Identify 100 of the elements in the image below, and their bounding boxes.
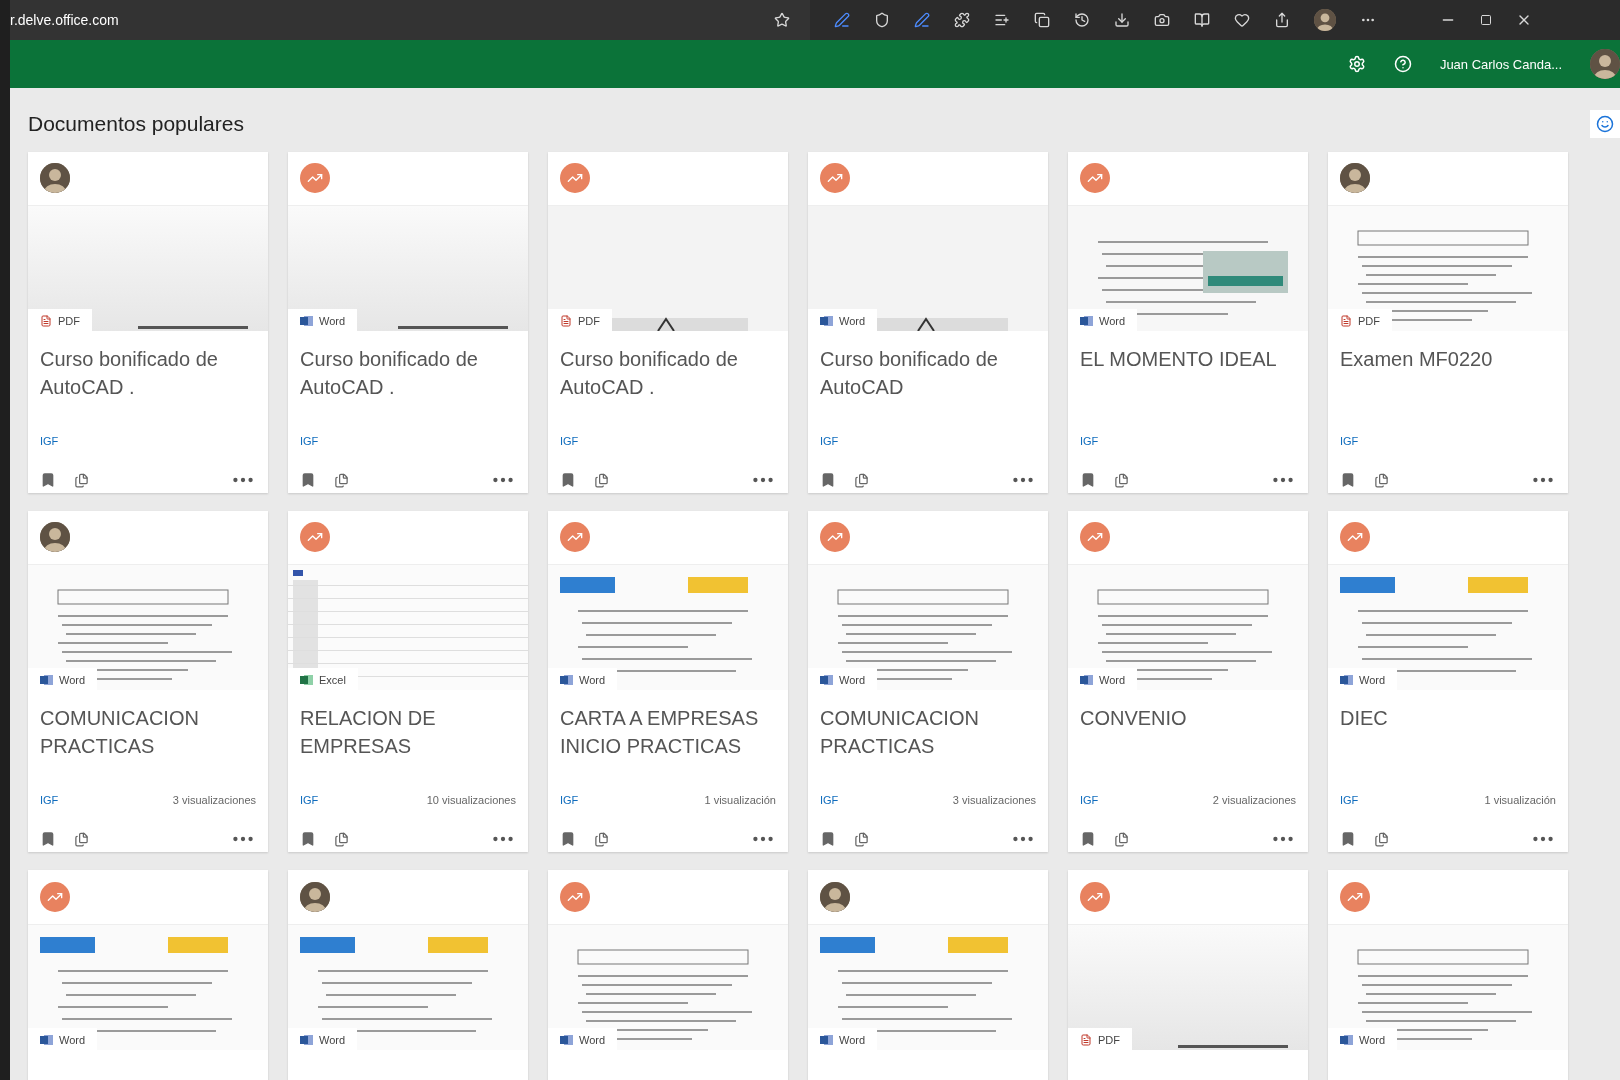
address-bar[interactable]: r.delve.office.com: [10, 0, 810, 40]
document-title[interactable]: Curso bonificado de AutoCAD .: [40, 344, 256, 413]
help-icon[interactable]: [1393, 55, 1412, 73]
copies-icon[interactable]: [854, 472, 869, 488]
copies-icon[interactable]: [334, 831, 349, 847]
section-title: Documentos populares: [28, 112, 244, 136]
document-card[interactable]: PDF Curso bonificado de AutoCAD . IGF: [548, 152, 788, 493]
document-card[interactable]: Word DIEC IGF 1 visualización: [1328, 511, 1568, 852]
feedback-icon[interactable]: [1590, 110, 1620, 138]
source-link[interactable]: IGF: [40, 794, 59, 806]
file-type-label: Word: [59, 673, 86, 686]
favorite-star-icon[interactable]: [774, 12, 790, 28]
source-link[interactable]: IGF: [300, 794, 319, 806]
copies-icon[interactable]: [854, 831, 869, 847]
source-link[interactable]: IGF: [560, 435, 579, 447]
bookmark-icon[interactable]: [1340, 472, 1356, 488]
favorites-icon[interactable]: [994, 12, 1010, 28]
document-title[interactable]: RELACION DE EMPRESAS: [300, 703, 516, 772]
copies-icon[interactable]: [1114, 831, 1129, 847]
document-card[interactable]: Word Curso bonificado de AutoCAD IGF: [808, 152, 1048, 493]
file-type-label: Word: [839, 673, 866, 686]
document-title[interactable]: Curso bonificado de AutoCAD: [820, 344, 1036, 413]
document-card[interactable]: Word COMUNICACION PRACTICAS IGF 3 visualizaciones: [28, 511, 268, 852]
bookmark-icon[interactable]: [1080, 472, 1096, 488]
copies-icon[interactable]: [1374, 472, 1389, 488]
heart-icon[interactable]: [1234, 12, 1250, 28]
bookmark-icon[interactable]: [820, 831, 836, 847]
trending-icon: [560, 882, 590, 912]
settings-icon[interactable]: [1347, 55, 1366, 73]
restore-icon[interactable]: [1480, 14, 1492, 26]
bookmark-icon[interactable]: [300, 831, 316, 847]
document-card[interactable]: Word: [808, 870, 1048, 1080]
source-link[interactable]: IGF: [1340, 794, 1359, 806]
source-link[interactable]: IGF: [1340, 435, 1359, 447]
pen-icon[interactable]: [834, 12, 850, 28]
bookmark-icon[interactable]: [40, 472, 56, 488]
trending-icon: [1080, 882, 1110, 912]
excel-icon: [300, 673, 313, 686]
document-card[interactable]: Excel RELACION DE EMPRESAS IGF 10 visualizaciones: [288, 511, 528, 852]
document-title[interactable]: DIEC: [1340, 703, 1556, 772]
document-title[interactable]: Examen MF0220: [1340, 344, 1556, 413]
download-icon[interactable]: [1114, 12, 1130, 28]
copies-icon[interactable]: [594, 472, 609, 488]
source-link[interactable]: IGF: [1080, 794, 1099, 806]
share-icon[interactable]: [1274, 12, 1290, 28]
document-card[interactable]: Word: [288, 870, 528, 1080]
document-title[interactable]: EL MOMENTO IDEAL: [1080, 344, 1296, 413]
document-card[interactable]: PDF Examen MF0220 IGF: [1328, 152, 1568, 493]
reader-icon[interactable]: [1194, 12, 1210, 28]
bookmark-icon[interactable]: [560, 472, 576, 488]
view-count: 10 visualizaciones: [426, 794, 516, 806]
document-card[interactable]: Word Curso bonificado de AutoCAD . IGF: [288, 152, 528, 493]
bookmark-icon[interactable]: [40, 831, 56, 847]
file-type-label: Word: [579, 673, 606, 686]
collections-icon[interactable]: [1034, 12, 1050, 28]
copies-icon[interactable]: [594, 831, 609, 847]
user-name[interactable]: Juan Carlos Canda...: [1439, 56, 1562, 72]
bookmark-icon[interactable]: [820, 472, 836, 488]
bookmark-icon[interactable]: [300, 472, 316, 488]
view-count: 2 visualizaciones: [1212, 794, 1296, 806]
history-icon[interactable]: [1074, 12, 1090, 28]
document-card[interactable]: Word: [28, 870, 268, 1080]
document-card[interactable]: Word: [1328, 870, 1568, 1080]
copies-icon[interactable]: [74, 831, 89, 847]
trending-icon: [300, 522, 330, 553]
document-card[interactable]: Word COMUNICACION PRACTICAS IGF 3 visualizaciones: [808, 511, 1048, 852]
document-card[interactable]: PDF: [1068, 870, 1308, 1080]
source-link[interactable]: IGF: [40, 435, 59, 447]
document-title[interactable]: Curso bonificado de AutoCAD .: [300, 344, 516, 413]
bookmark-icon[interactable]: [560, 831, 576, 847]
screenshot-icon[interactable]: [1154, 12, 1170, 28]
document-title[interactable]: COMUNICACION PRACTICAS: [820, 703, 1036, 772]
bookmark-icon[interactable]: [1340, 831, 1356, 847]
document-card[interactable]: Word: [548, 870, 788, 1080]
word-icon: [820, 1034, 833, 1046]
document-card[interactable]: PDF Curso bonificado de AutoCAD . IGF: [28, 152, 268, 493]
copies-icon[interactable]: [334, 472, 349, 488]
puzzle-icon[interactable]: [954, 12, 970, 28]
document-title[interactable]: COMUNICACION PRACTICAS: [40, 703, 256, 772]
file-type-label: Word: [1359, 673, 1386, 686]
document-card[interactable]: Word CARTA A EMPRESAS INICIO PRACTICAS IGF 1 visualización: [548, 511, 788, 852]
source-link[interactable]: IGF: [560, 794, 579, 806]
source-link[interactable]: IGF: [1080, 435, 1099, 447]
word-icon: [300, 1034, 313, 1046]
document-card[interactable]: Word EL MOMENTO IDEAL IGF: [1068, 152, 1308, 493]
shield-icon[interactable]: [874, 12, 890, 28]
word-icon: [560, 1034, 573, 1046]
bookmark-icon[interactable]: [1080, 831, 1096, 847]
source-link[interactable]: IGF: [820, 435, 839, 447]
word-icon: [1340, 1034, 1353, 1046]
document-card[interactable]: Word CONVENIO IGF 2 visualizaciones: [1068, 511, 1308, 852]
copies-icon[interactable]: [1374, 831, 1389, 847]
copies-icon[interactable]: [74, 472, 89, 488]
pen-icon[interactable]: [914, 12, 930, 28]
document-title[interactable]: CONVENIO: [1080, 703, 1296, 772]
document-title[interactable]: CARTA A EMPRESAS INICIO PRACTICAS: [560, 703, 776, 772]
copies-icon[interactable]: [1114, 472, 1129, 488]
document-title[interactable]: Curso bonificado de AutoCAD .: [560, 344, 776, 413]
source-link[interactable]: IGF: [300, 435, 319, 447]
source-link[interactable]: IGF: [820, 794, 839, 806]
